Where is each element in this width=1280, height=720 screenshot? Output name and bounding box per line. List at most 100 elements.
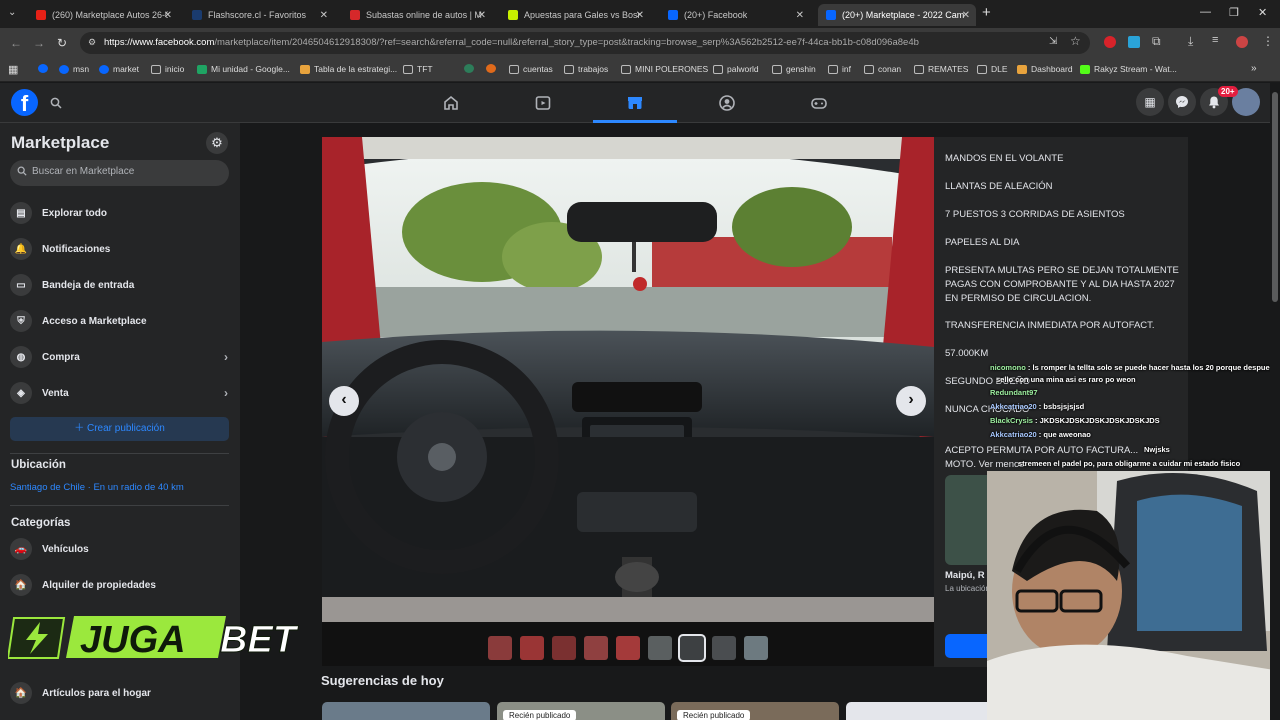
- home-icon[interactable]: [441, 93, 461, 113]
- bookmark-star-icon[interactable]: ☆: [1070, 34, 1081, 48]
- kick-icon: [1080, 64, 1090, 74]
- prev-photo-button[interactable]: ‹: [329, 386, 359, 416]
- menu-grid-icon[interactable]: ▦: [1136, 88, 1164, 116]
- site-info-icon[interactable]: ⚙: [88, 37, 96, 48]
- tab-search-icon[interactable]: ⌄: [8, 7, 16, 18]
- browser-tab[interactable]: (20+) Marketplace - 2022 Cam ✕: [818, 4, 976, 26]
- bookmark-item[interactable]: cuentas: [509, 64, 553, 74]
- bookmark-item[interactable]: Dashboard: [1017, 64, 1073, 74]
- bookmark-icon-only[interactable]: [464, 64, 478, 73]
- bookmark-item[interactable]: DLE: [977, 64, 1008, 74]
- marketplace-search-input[interactable]: Buscar en Marketplace: [10, 160, 229, 186]
- category-item[interactable]: 🏠 Alquiler de propiedades: [10, 570, 230, 600]
- facebook-logo[interactable]: f: [11, 89, 38, 116]
- menu-icon[interactable]: ⋮: [1262, 34, 1274, 48]
- close-window-button[interactable]: ✕: [1258, 6, 1267, 19]
- close-tab-icon[interactable]: ✕: [320, 10, 328, 21]
- listing-photo[interactable]: [322, 137, 934, 622]
- category-item[interactable]: 🚗 Vehículos: [10, 534, 230, 564]
- close-tab-icon[interactable]: ✕: [962, 10, 970, 21]
- photo-thumbnail[interactable]: [616, 636, 640, 660]
- apps-grid-icon[interactable]: ▦: [8, 63, 18, 76]
- bookmark-label: market: [113, 64, 139, 74]
- bookmark-item[interactable]: conan: [864, 64, 901, 74]
- install-icon[interactable]: ⇲: [1049, 36, 1057, 47]
- suggestions-title: Sugerencias de hoy: [321, 673, 444, 688]
- extension-blue-icon[interactable]: [1128, 36, 1140, 48]
- sidebar-item[interactable]: 🔔 Notificaciones: [10, 234, 230, 264]
- close-tab-icon[interactable]: ✕: [796, 10, 804, 21]
- photo-thumbnail[interactable]: [648, 636, 672, 660]
- bookmark-item[interactable]: MINI POLERONES: [621, 64, 708, 74]
- bookmark-item[interactable]: trabajos: [564, 64, 608, 74]
- reload-icon[interactable]: ↻: [57, 36, 67, 50]
- sidebar-item[interactable]: ⛨ Acceso a Marketplace: [10, 306, 230, 336]
- photo-thumbnail[interactable]: [744, 636, 768, 660]
- media-icon[interactable]: ≡: [1212, 34, 1218, 46]
- gear-icon[interactable]: ⚙: [206, 132, 228, 154]
- messenger-icon[interactable]: [1168, 88, 1196, 116]
- back-icon[interactable]: ←: [10, 36, 22, 50]
- extensions-puzzle-icon[interactable]: ⧉: [1152, 34, 1161, 49]
- sidebar-item[interactable]: ▤ Explorar todo: [10, 198, 230, 228]
- sidebar-item[interactable]: ◍ Compra ›: [10, 342, 230, 372]
- browser-tab[interactable]: Apuestas para Gales vs Bosnia y✕: [500, 4, 650, 26]
- bookmark-item[interactable]: msn: [59, 64, 89, 74]
- suggestion-card[interactable]: Recién publicado: [497, 702, 665, 720]
- sidebar-item[interactable]: ◈ Venta ›: [10, 378, 230, 408]
- maximize-button[interactable]: ❐: [1229, 6, 1239, 19]
- suggestion-card[interactable]: Recién publicado: [671, 702, 839, 720]
- bookmark-item[interactable]: Mi unidad - Google...: [197, 64, 290, 74]
- bookmark-item[interactable]: market: [99, 64, 139, 74]
- sidebar-item[interactable]: ▭ Bandeja de entrada: [10, 270, 230, 300]
- close-tab-icon[interactable]: ✕: [164, 10, 172, 21]
- category-item[interactable]: 🏠 Artículos para el hogar: [10, 678, 230, 708]
- next-photo-button[interactable]: ›: [896, 386, 926, 416]
- groups-icon[interactable]: [717, 93, 737, 113]
- new-tab-button[interactable]: +: [982, 4, 991, 21]
- fb-icon: [59, 64, 69, 74]
- photo-thumbnail[interactable]: [712, 636, 736, 660]
- address-bar[interactable]: ⚙ https://www.facebook.com/marketplace/i…: [80, 32, 1090, 54]
- extension-red-icon[interactable]: [1104, 36, 1116, 48]
- bookmark-label: conan: [878, 64, 902, 74]
- bookmark-label: cuentas: [523, 64, 553, 74]
- bookmark-item[interactable]: inicio: [151, 64, 184, 74]
- close-tab-icon[interactable]: ✕: [478, 10, 486, 21]
- bookmark-item[interactable]: genshin: [772, 64, 816, 74]
- close-tab-icon[interactable]: ✕: [636, 10, 644, 21]
- location-link[interactable]: Santiago de Chile · En un radio de 40 km: [10, 482, 184, 493]
- photo-thumbnail[interactable]: [520, 636, 544, 660]
- bookmark-item[interactable]: palworld: [713, 64, 759, 74]
- photo-thumbnail[interactable]: [488, 636, 512, 660]
- browser-tab[interactable]: Subastas online de autos | Mac ✕: [342, 4, 492, 26]
- bookmark-item[interactable]: REMATES: [914, 64, 968, 74]
- bookmark-item[interactable]: TFT: [403, 64, 433, 74]
- bookmark-label: genshin: [786, 64, 816, 74]
- minimize-button[interactable]: —: [1200, 6, 1211, 18]
- bookmark-item[interactable]: Tabla de la estrategi...: [300, 64, 397, 74]
- browser-tab[interactable]: (20+) Facebook ✕: [660, 4, 810, 26]
- bookmark-facebook[interactable]: [38, 64, 52, 73]
- browser-tab[interactable]: (260) Marketplace Autos 26-03 ✕: [28, 4, 178, 26]
- photo-thumbnail[interactable]: [552, 636, 576, 660]
- forward-icon[interactable]: →: [33, 36, 45, 50]
- download-icon[interactable]: ⤓: [1188, 34, 1193, 49]
- gaming-icon[interactable]: [809, 93, 829, 113]
- bookmark-item[interactable]: inf: [828, 64, 851, 74]
- create-listing-button[interactable]: ＋ Crear publicación: [10, 417, 229, 441]
- folder-icon: [772, 64, 782, 74]
- browser-tab[interactable]: Flashscore.cl - Favoritos ✕: [184, 4, 334, 26]
- video-icon[interactable]: [533, 93, 553, 113]
- search-icon[interactable]: [44, 91, 68, 115]
- marketplace-icon[interactable]: [625, 93, 645, 113]
- photo-thumbnail[interactable]: [584, 636, 608, 660]
- profile-avatar[interactable]: [1236, 36, 1248, 48]
- photo-thumbnail[interactable]: [678, 634, 706, 662]
- bag-icon: ◍: [10, 346, 32, 368]
- suggestion-card[interactable]: [322, 702, 490, 720]
- bookmark-icon-only[interactable]: [486, 64, 500, 73]
- scrollbar-thumb[interactable]: [1272, 92, 1278, 302]
- bookmark-item[interactable]: Rakyz Stream - Wat...: [1080, 64, 1177, 74]
- bookmarks-overflow-icon[interactable]: »: [1251, 63, 1257, 74]
